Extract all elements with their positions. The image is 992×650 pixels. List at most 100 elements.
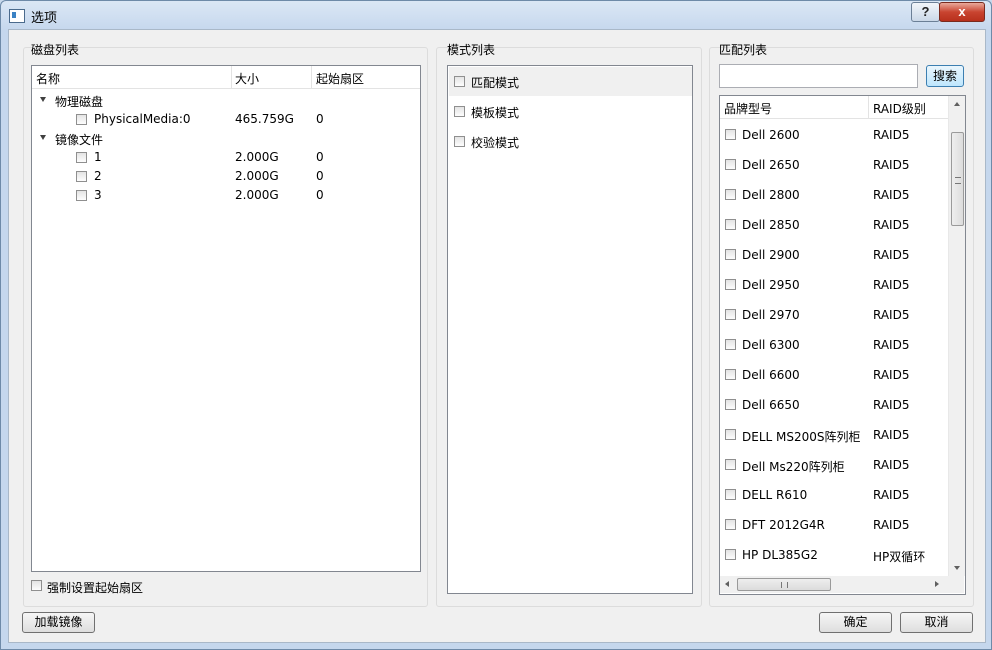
match-table[interactable]: 品牌型号 RAID级别 Dell 2600 RAID5 Dell 2650 RAID5… [719, 95, 966, 595]
mode-item-match[interactable]: 匹配模式 [449, 67, 692, 96]
tree-row[interactable]: 1 2.000G 0 [32, 148, 420, 167]
row-checkbox[interactable] [725, 549, 736, 560]
scroll-up-icon[interactable] [954, 102, 960, 106]
row-checkbox[interactable] [725, 129, 736, 140]
vertical-scrollbar[interactable] [948, 96, 965, 576]
table-row[interactable]: Dell 2650 RAID5 [720, 154, 948, 184]
scroll-right-icon[interactable] [935, 581, 939, 587]
table-row[interactable]: Dell 2600 RAID5 [720, 124, 948, 154]
table-row[interactable]: Dell Ms220阵列柜 RAID5 [720, 454, 948, 484]
close-button[interactable]: x [939, 2, 985, 22]
tree-node-physical-disk[interactable]: 物理磁盘 [32, 91, 420, 110]
table-row[interactable]: DELL MS200S阵列柜 RAID5 [720, 424, 948, 454]
table-row[interactable]: Dell 2950 RAID5 [720, 274, 948, 304]
row-checkbox[interactable] [725, 459, 736, 470]
mode-label: 校验模式 [471, 136, 520, 150]
tree-row[interactable]: 3 2.000G 0 [32, 186, 420, 205]
image-size: 2.000G [235, 188, 279, 202]
table-row[interactable]: DELL R610 RAID5 [720, 484, 948, 514]
model-cell: DFT 2012G4R [742, 518, 825, 532]
raid-cell: RAID5 [873, 488, 910, 502]
mode-checkbox[interactable] [454, 106, 465, 117]
image-name: 1 [94, 150, 102, 164]
table-row[interactable]: Dell 2970 RAID5 [720, 304, 948, 334]
raid-cell: RAID5 [873, 218, 910, 232]
column-header-size[interactable]: 大小 [235, 70, 259, 87]
row-checkbox[interactable] [725, 189, 736, 200]
collapse-arrow-icon[interactable] [40, 135, 46, 140]
raid-cell: RAID5 [873, 128, 910, 142]
row-checkbox[interactable] [725, 519, 736, 530]
table-row[interactable]: HP DL385G2 HP双循环 [720, 544, 948, 574]
table-row[interactable]: Dell 6650 RAID5 [720, 394, 948, 424]
grip-icon [955, 177, 961, 184]
load-image-button[interactable]: 加载镜像 [22, 612, 95, 633]
search-input[interactable] [719, 64, 918, 88]
table-row[interactable]: Dell 2800 RAID5 [720, 184, 948, 214]
mode-item-verify[interactable]: 校验模式 [449, 127, 692, 156]
dialog-window: 选项 ? x 磁盘列表 名称 大小 起始扇区 物理磁盘 PhysicalMedi… [0, 0, 992, 650]
mode-checkbox[interactable] [454, 76, 465, 87]
window-title: 选项 [31, 11, 58, 26]
row-checkbox[interactable] [76, 114, 87, 125]
cancel-button[interactable]: 取消 [900, 612, 973, 633]
mode-item-template[interactable]: 模板模式 [449, 97, 692, 126]
force-start-sector-option[interactable]: 强制设置起始扇区 [31, 578, 191, 595]
raid-cell: HP双循环 [873, 550, 926, 564]
column-header-model[interactable]: 品牌型号 [724, 100, 772, 117]
row-checkbox[interactable] [725, 489, 736, 500]
model-cell: DELL R610 [742, 488, 808, 502]
row-checkbox[interactable] [725, 429, 736, 440]
row-checkbox[interactable] [76, 171, 87, 182]
ok-button[interactable]: 确定 [819, 612, 892, 633]
scroll-left-icon[interactable] [725, 581, 729, 587]
match-table-header: 品牌型号 RAID级别 [720, 96, 948, 119]
row-checkbox[interactable] [725, 279, 736, 290]
row-checkbox[interactable] [725, 399, 736, 410]
raid-cell: RAID5 [873, 188, 910, 202]
row-checkbox[interactable] [76, 152, 87, 163]
cancel-label: 取消 [924, 615, 949, 629]
raid-cell: RAID5 [873, 278, 910, 292]
tree-row[interactable]: 2 2.000G 0 [32, 167, 420, 186]
help-button[interactable]: ? [911, 2, 940, 22]
raid-cell: RAID5 [873, 518, 910, 532]
disk-tree[interactable]: 名称 大小 起始扇区 物理磁盘 PhysicalMedia:0 465.759G… [31, 65, 421, 572]
collapse-arrow-icon[interactable] [40, 97, 46, 102]
raid-cell: RAID5 [873, 158, 910, 172]
title-bar[interactable]: 选项 ? x [1, 1, 991, 29]
model-cell: Dell 6650 [742, 398, 800, 412]
table-row[interactable]: Dell 6300 RAID5 [720, 334, 948, 364]
scrollbar-corner [948, 576, 964, 593]
window-icon [9, 9, 25, 23]
scroll-down-icon[interactable] [954, 566, 960, 570]
scrollbar-thumb[interactable] [951, 132, 964, 226]
disk-list-title: 磁盘列表 [31, 43, 80, 57]
search-button[interactable]: 搜索 [926, 65, 964, 87]
row-checkbox[interactable] [725, 249, 736, 260]
mode-checkbox[interactable] [454, 136, 465, 147]
tree-node-image-files[interactable]: 镜像文件 [32, 129, 420, 148]
table-row[interactable]: Dell 2900 RAID5 [720, 244, 948, 274]
column-header-raid-level[interactable]: RAID级别 [873, 100, 926, 117]
force-start-sector-checkbox[interactable] [31, 580, 42, 591]
column-header-start-sector[interactable]: 起始扇区 [316, 70, 364, 87]
row-checkbox[interactable] [725, 219, 736, 230]
h-scrollbar-thumb[interactable] [737, 578, 831, 591]
mode-list[interactable]: 匹配模式 模板模式 校验模式 [447, 65, 693, 594]
model-cell: Dell 2650 [742, 158, 800, 172]
horizontal-scrollbar[interactable] [720, 576, 948, 593]
row-checkbox[interactable] [76, 190, 87, 201]
table-row[interactable]: Dell 6600 RAID5 [720, 364, 948, 394]
model-cell: Dell 2950 [742, 278, 800, 292]
tree-row[interactable]: PhysicalMedia:0 465.759G 0 [32, 110, 420, 129]
table-row[interactable]: DFT 2012G4R RAID5 [720, 514, 948, 544]
row-checkbox[interactable] [725, 369, 736, 380]
column-header-name[interactable]: 名称 [36, 70, 60, 87]
row-checkbox[interactable] [725, 159, 736, 170]
close-icon: x [958, 4, 966, 19]
raid-cell: RAID5 [873, 308, 910, 322]
row-checkbox[interactable] [725, 309, 736, 320]
table-row[interactable]: Dell 2850 RAID5 [720, 214, 948, 244]
row-checkbox[interactable] [725, 339, 736, 350]
